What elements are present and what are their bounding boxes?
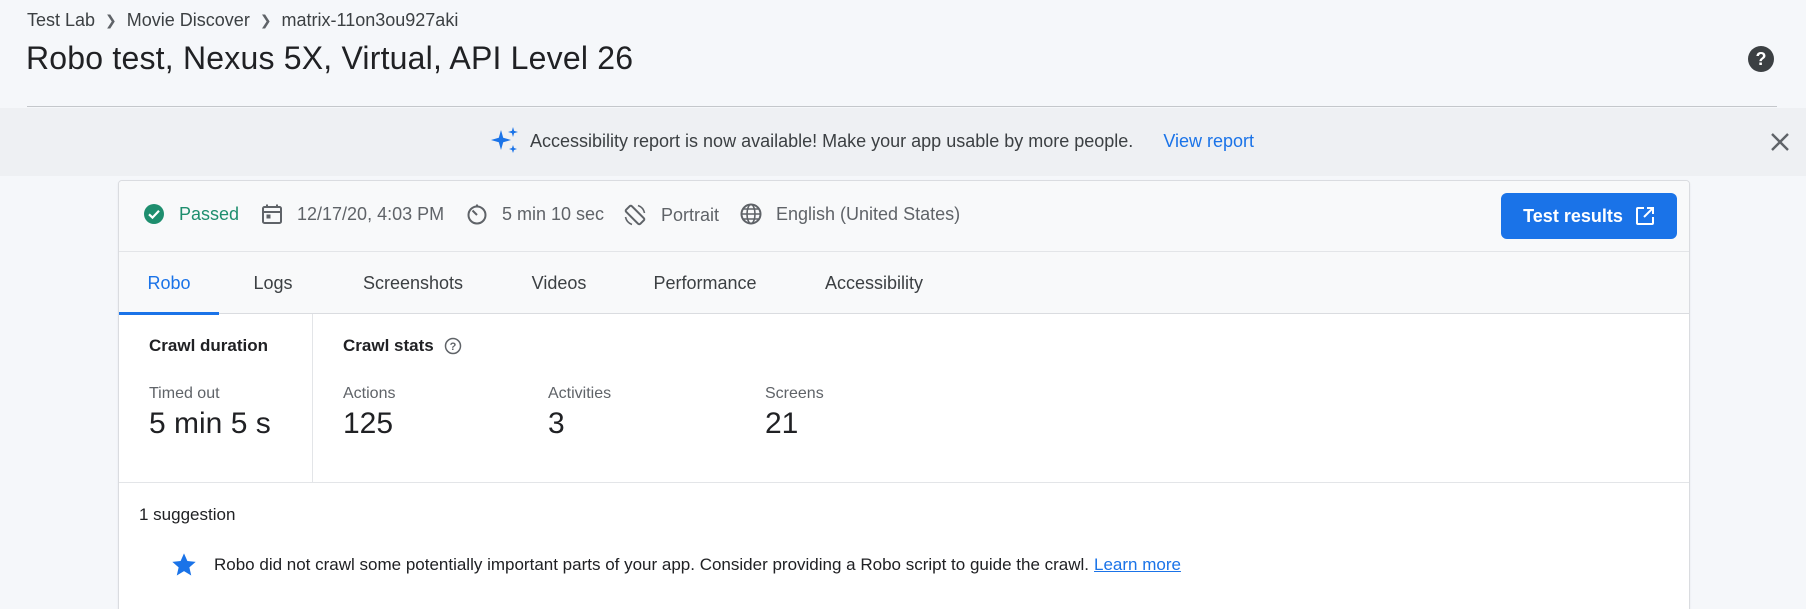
- stats-divider: [312, 314, 313, 483]
- star-icon: [172, 553, 196, 576]
- test-results-button[interactable]: Test results: [1501, 193, 1677, 239]
- suggestion-count: 1 suggestion: [139, 505, 236, 524]
- tab-bar: Robo Logs Screenshots Videos Performance…: [119, 252, 1689, 315]
- globe-icon: [740, 203, 762, 225]
- crawl-duration-title: Crawl duration: [149, 336, 269, 355]
- breadcrumb-movie-discover[interactable]: Movie Discover: [127, 10, 250, 31]
- breadcrumb: Test Lab ❯ Movie Discover ❯ matrix-11on3…: [27, 10, 458, 31]
- test-results-label: Test results: [1523, 205, 1623, 226]
- breadcrumb-test-lab[interactable]: Test Lab: [27, 10, 95, 31]
- page-header: Test Lab ❯ Movie Discover ❯ matrix-11on3…: [0, 0, 1806, 108]
- tab-performance[interactable]: Performance: [619, 252, 791, 314]
- summary-bar: Passed 12/17/20, 4:03 PM 5 min 10 sec Po…: [119, 181, 1689, 252]
- crawl-duration-value: 5 min 5 s: [149, 407, 271, 440]
- locale-item: English (United States): [740, 203, 960, 225]
- status-badge: Passed: [179, 203, 240, 224]
- check-circle-icon: [144, 204, 164, 224]
- tab-label: Robo: [147, 272, 191, 293]
- svg-text:?: ?: [449, 341, 456, 353]
- close-icon[interactable]: [1767, 129, 1793, 155]
- screens-value: 21: [765, 407, 799, 440]
- tab-label: Accessibility: [824, 272, 924, 293]
- chevron-right-icon: ❯: [259, 12, 272, 28]
- duration-item: 5 min 10 sec: [466, 203, 604, 225]
- learn-more-link[interactable]: Learn more: [1094, 555, 1181, 575]
- tab-screenshots[interactable]: Screenshots: [327, 252, 499, 314]
- chevron-right-icon: ❯: [105, 12, 117, 28]
- test-duration: 5 min 10 sec: [502, 203, 605, 224]
- tab-accessibility[interactable]: Accessibility: [791, 252, 957, 314]
- tab-robo[interactable]: Robo: [119, 252, 219, 315]
- test-datetime: 12/17/20, 4:03 PM: [297, 203, 445, 224]
- header-divider: [27, 106, 1777, 107]
- accessibility-banner: Accessibility report is now available! M…: [0, 108, 1806, 176]
- open-in-new-icon: [1635, 207, 1654, 225]
- screens-label: Screens: [765, 385, 824, 402]
- activities-label: Activities: [548, 385, 612, 402]
- tab-logs[interactable]: Logs: [219, 252, 327, 314]
- status-item: Passed: [143, 203, 239, 225]
- banner-text: Accessibility report is now available! M…: [530, 130, 1134, 151]
- crawl-stats-title: Crawl stats ?: [343, 336, 462, 356]
- breadcrumb-matrix[interactable]: matrix-11on3ou927aki: [282, 10, 459, 31]
- crawl-stats-title-text: Crawl stats: [343, 336, 434, 355]
- tab-label: Performance: [653, 272, 757, 293]
- suggestion-text: Robo did not crawl some potentially impo…: [214, 555, 1090, 574]
- datetime-item: 12/17/20, 4:03 PM: [261, 203, 444, 225]
- page-title: Robo test, Nexus 5X, Virtual, API Level …: [26, 40, 634, 76]
- actions-label: Actions: [343, 385, 396, 402]
- crawl-stats-panel: Crawl duration Timed out 5 min 5 s Crawl…: [119, 314, 1689, 483]
- info-icon[interactable]: ?: [444, 337, 462, 355]
- test-locale: English (United States): [776, 203, 961, 224]
- crawl-duration-label: Timed out: [149, 385, 220, 402]
- suggestion-item: Robo did not crawl some potentially impo…: [170, 551, 1181, 579]
- tab-label: Screenshots: [362, 272, 464, 293]
- actions-value: 125: [343, 407, 394, 440]
- tab-videos[interactable]: Videos: [499, 252, 619, 314]
- tab-label: Videos: [531, 272, 587, 293]
- activities-value: 3: [548, 407, 565, 440]
- calendar-icon: [262, 204, 282, 224]
- sparkle-icon: [490, 126, 520, 156]
- tab-label: Logs: [253, 272, 293, 293]
- timer-icon: [467, 204, 487, 225]
- screen-rotation-icon: [624, 204, 646, 226]
- test-details-card: Passed 12/17/20, 4:03 PM 5 min 10 sec Po…: [118, 180, 1690, 609]
- view-report-link[interactable]: View report: [1163, 131, 1254, 152]
- orientation-item: Portrait: [623, 203, 719, 227]
- help-icon[interactable]: ?: [1748, 46, 1774, 72]
- test-orientation: Portrait: [661, 204, 720, 225]
- suggestions-panel: 1 suggestion Robo did not crawl some pot…: [119, 483, 1689, 609]
